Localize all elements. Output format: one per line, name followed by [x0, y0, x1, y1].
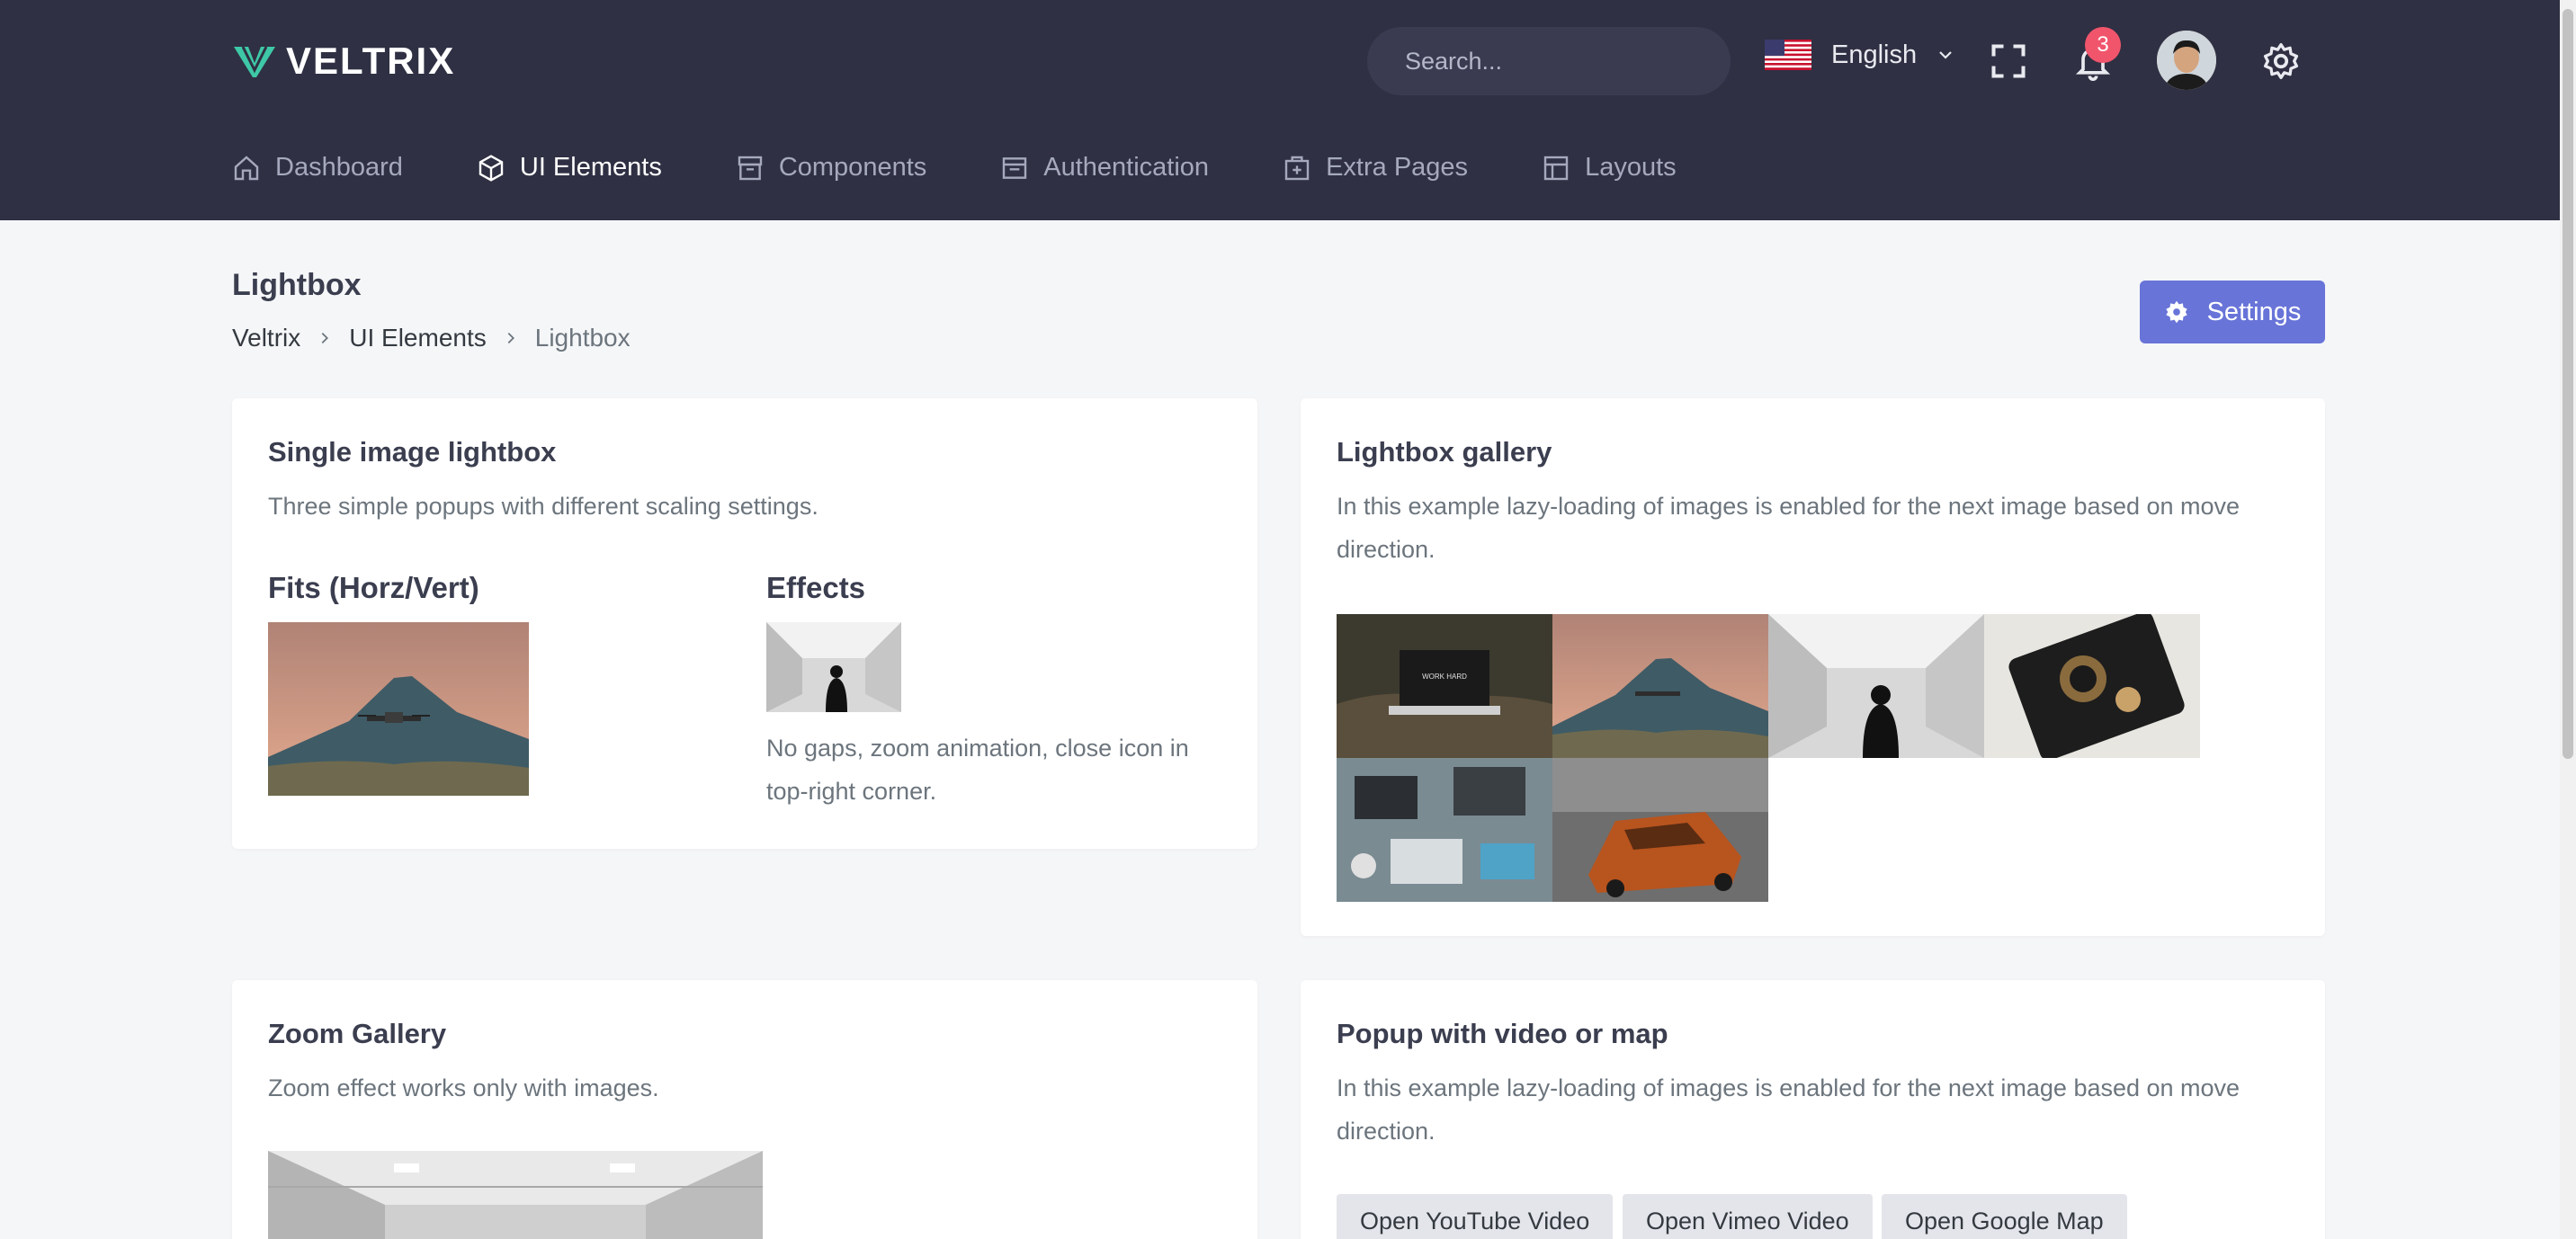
orange-car-image	[1552, 758, 1768, 902]
popup-video-map-card: Popup with video or map In this example …	[1301, 980, 2325, 1239]
hangar-ceiling-image	[268, 1151, 763, 1239]
card-description: In this example lazy-loading of images i…	[1337, 1074, 2241, 1145]
nav-label: Extra Pages	[1326, 153, 1469, 182]
nav-item-layouts[interactable]: Layouts	[1542, 153, 1677, 183]
desk-laptops-image	[1337, 758, 1552, 902]
nav-item-extra-pages[interactable]: Extra Pages	[1283, 153, 1468, 183]
open-vimeo-button[interactable]: Open Vimeo Video	[1623, 1194, 1873, 1239]
effects-title: Effects	[766, 571, 866, 604]
nav-label: Layouts	[1585, 153, 1677, 182]
lightbox-gallery-card: Lightbox gallery In this example lazy-lo…	[1301, 398, 2325, 936]
nav-item-ui-elements[interactable]: UI Elements	[477, 153, 662, 183]
brand-mark-icon	[234, 46, 275, 77]
gear-icon[interactable]	[2261, 41, 2301, 81]
scrollbar-thumb[interactable]	[2563, 9, 2573, 759]
gallery-image[interactable]	[1552, 758, 1768, 902]
brand-logo[interactable]: VELTRIX	[232, 40, 455, 83]
mountain-drone-image	[268, 622, 529, 796]
fullscreen-icon[interactable]	[1989, 41, 2028, 81]
search-box[interactable]	[1367, 27, 1731, 95]
card-description: Zoom effect works only with images.	[268, 1074, 659, 1101]
single-image-card: Single image lightbox Three simple popup…	[232, 398, 1257, 849]
card-title: Lightbox gallery	[1337, 436, 1552, 468]
fits-title: Fits (Horz/Vert)	[268, 571, 479, 604]
camera-gear-image	[1984, 614, 2200, 758]
card-title: Single image lightbox	[268, 436, 557, 468]
open-google-map-button[interactable]: Open Google Map	[1882, 1194, 2127, 1239]
breadcrumb-item-current: Lightbox	[534, 324, 631, 352]
breadcrumb-item-ui-elements[interactable]: UI Elements	[349, 324, 487, 352]
nav-label: Dashboard	[275, 153, 403, 182]
settings-label: Settings	[2206, 297, 2302, 326]
nav-label: Authentication	[1043, 153, 1210, 182]
nav-label: Components	[778, 153, 927, 182]
gallery-image[interactable]	[1768, 614, 1984, 758]
box-icon	[479, 154, 504, 182]
lightbox-thumbnail[interactable]	[766, 622, 901, 712]
avatar-image	[2157, 31, 2216, 90]
effects-caption: No gaps, zoom animation, close icon in t…	[766, 735, 1189, 805]
search-input[interactable]	[1405, 47, 1723, 76]
home-icon	[234, 155, 259, 180]
zoom-gallery-card: Zoom Gallery Zoom effect works only with…	[232, 980, 1257, 1239]
card-title: Popup with video or map	[1337, 1018, 1668, 1049]
card-title: Zoom Gallery	[268, 1018, 447, 1049]
settings-button[interactable]: Settings	[2140, 281, 2325, 343]
card-description: Three simple popups with different scali…	[268, 493, 818, 520]
hangar-person-image	[1768, 614, 1984, 758]
chevron-right-icon	[321, 332, 329, 344]
brand-name: VELTRIX	[286, 40, 456, 82]
card-description: In this example lazy-loading of images i…	[1337, 493, 2241, 563]
page-title: Lightbox	[232, 268, 362, 302]
top-header: VELTRIX English 3	[0, 0, 2560, 220]
notification-badge: 3	[2085, 27, 2121, 63]
us-flag-icon	[1765, 40, 1811, 70]
breadcrumb: Veltrix UI Elements Lightbox	[232, 324, 631, 352]
svg-text:WORK HARD: WORK HARD	[1422, 673, 1467, 681]
chevron-down-icon	[1939, 51, 1952, 59]
main-nav: Dashboard UI Elements Components Authent…	[232, 153, 1750, 183]
nav-item-authentication[interactable]: Authentication	[1000, 153, 1209, 183]
gear-icon	[2165, 300, 2187, 324]
gallery-image[interactable]	[1984, 614, 2200, 758]
nav-item-components[interactable]: Components	[736, 153, 926, 183]
gallery-image[interactable]	[1337, 758, 1552, 902]
nav-label: UI Elements	[519, 153, 662, 182]
nav-item-dashboard[interactable]: Dashboard	[232, 153, 403, 183]
gallery-image[interactable]	[1552, 614, 1768, 758]
zoom-gallery-image[interactable]	[268, 1151, 763, 1239]
language-selector[interactable]: English	[1765, 40, 1954, 70]
mountain-drone-image	[1552, 614, 1768, 758]
layout-icon	[1543, 156, 1569, 180]
archive-icon	[738, 156, 763, 180]
file-plus-icon	[1284, 156, 1310, 180]
lightbox-thumbnail[interactable]	[268, 622, 529, 796]
breadcrumb-item-home[interactable]: Veltrix	[232, 324, 300, 352]
open-youtube-button[interactable]: Open YouTube Video	[1337, 1194, 1614, 1239]
language-label: English	[1831, 40, 1918, 69]
gallery-image[interactable]: WORK HARD	[1337, 614, 1552, 758]
user-avatar[interactable]	[2157, 31, 2216, 90]
hangar-person-image	[766, 622, 901, 712]
laptop-rock-image: WORK HARD	[1337, 614, 1552, 758]
inbox-icon	[1003, 156, 1027, 179]
chevron-right-icon	[507, 332, 514, 344]
